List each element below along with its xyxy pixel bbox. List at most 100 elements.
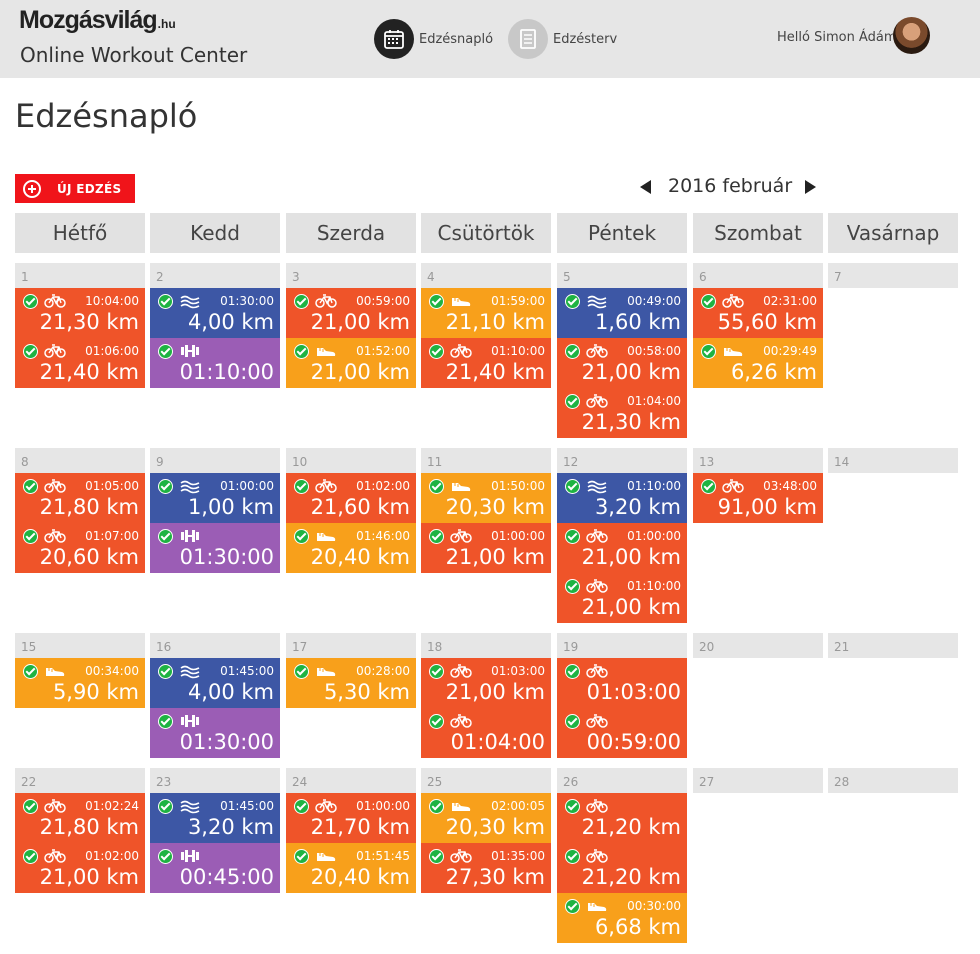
workout-entry[interactable]: 01:02:24 21,80 km — [15, 793, 145, 843]
workout-duration: 01:04:00 — [627, 394, 681, 408]
workout-entry[interactable]: 02:31:00 55,60 km — [693, 288, 823, 338]
workout-value: 91,00 km — [717, 495, 817, 519]
workout-entry[interactable]: 00:30:00 6,68 km — [557, 893, 687, 943]
avatar[interactable] — [893, 17, 930, 54]
day-number[interactable]: 25 — [421, 768, 551, 793]
day-number[interactable]: 27 — [693, 768, 823, 793]
workout-duration: 01:00:00 — [491, 529, 545, 543]
workout-entry[interactable]: 01:10:00 — [150, 338, 280, 388]
day-number[interactable]: 17 — [286, 633, 416, 658]
workout-entry[interactable]: 00:34:00 5,90 km — [15, 658, 145, 708]
day-number[interactable]: 28 — [828, 768, 958, 793]
workout-duration: 00:59:00 — [356, 294, 410, 308]
workout-entry[interactable]: 01:59:00 21,10 km — [421, 288, 551, 338]
workout-value: 20,40 km — [310, 865, 410, 889]
swim-icon — [179, 798, 201, 814]
workout-entry[interactable]: 01:00:00 21,00 km — [557, 523, 687, 573]
day-number[interactable]: 11 — [421, 448, 551, 473]
workout-duration: 02:31:00 — [763, 294, 817, 308]
day-number[interactable]: 9 — [150, 448, 280, 473]
workout-duration: 01:10:00 — [627, 479, 681, 493]
day-number[interactable]: 14 — [828, 448, 958, 473]
workout-entry[interactable]: 01:04:00 21,30 km — [557, 388, 687, 438]
workout-entry[interactable]: 00:59:00 — [557, 708, 687, 758]
workout-value: 21,00 km — [445, 680, 545, 704]
workout-entry[interactable]: 01:00:00 21,70 km — [286, 793, 416, 843]
workout-entry[interactable]: 01:30:00 4,00 km — [150, 288, 280, 338]
workout-entry[interactable]: 01:00:00 21,00 km — [421, 523, 551, 573]
day-number[interactable]: 21 — [828, 633, 958, 658]
day-number[interactable]: 15 — [15, 633, 145, 658]
workout-entry[interactable]: 00:29:49 6,26 km — [693, 338, 823, 388]
workout-entry[interactable]: 01:05:00 21,80 km — [15, 473, 145, 523]
workout-entry[interactable]: 00:58:00 21,00 km — [557, 338, 687, 388]
workout-value: 27,30 km — [445, 865, 545, 889]
workout-entry[interactable]: 02:00:05 20,30 km — [421, 793, 551, 843]
day-number[interactable]: 22 — [15, 768, 145, 793]
day-number[interactable]: 18 — [421, 633, 551, 658]
workout-entry[interactable]: 00:59:00 21,00 km — [286, 288, 416, 338]
day-number[interactable]: 26 — [557, 768, 687, 793]
workout-entry[interactable]: 01:10:00 3,20 km — [557, 473, 687, 523]
day-number[interactable]: 6 — [693, 263, 823, 288]
workout-entry[interactable]: 01:00:00 1,00 km — [150, 473, 280, 523]
workout-entry[interactable]: 01:46:00 20,40 km — [286, 523, 416, 573]
workout-entry[interactable]: 01:10:00 21,40 km — [421, 338, 551, 388]
workout-entry[interactable]: 01:30:00 — [150, 708, 280, 758]
workout-entry[interactable]: 00:49:00 1,60 km — [557, 288, 687, 338]
workout-entry[interactable]: 03:48:00 91,00 km — [693, 473, 823, 523]
day-number[interactable]: 4 — [421, 263, 551, 288]
workout-entry[interactable]: 01:04:00 — [421, 708, 551, 758]
workout-entry[interactable]: 01:02:00 21,00 km — [15, 843, 145, 893]
workout-entry[interactable]: 21,20 km — [557, 793, 687, 843]
workout-value: 21,40 km — [39, 360, 139, 384]
workout-entry[interactable]: 01:45:00 4,00 km — [150, 658, 280, 708]
day-number[interactable]: 20 — [693, 633, 823, 658]
day-number[interactable]: 3 — [286, 263, 416, 288]
workout-entry[interactable]: 01:07:00 20,60 km — [15, 523, 145, 573]
day-number[interactable]: 2 — [150, 263, 280, 288]
workout-entry[interactable]: 00:28:00 5,30 km — [286, 658, 416, 708]
shoe-icon — [315, 343, 337, 359]
workout-entry[interactable]: 01:06:00 21,40 km — [15, 338, 145, 388]
workout-entry[interactable]: 01:02:00 21,60 km — [286, 473, 416, 523]
day-number[interactable]: 24 — [286, 768, 416, 793]
day-number[interactable]: 10 — [286, 448, 416, 473]
workout-value: 1,60 km — [594, 310, 681, 334]
workout-entry[interactable]: 01:10:00 21,00 km — [557, 573, 687, 623]
day-number[interactable]: 16 — [150, 633, 280, 658]
prev-month-arrow-icon[interactable] — [640, 180, 651, 194]
day-number[interactable]: 7 — [828, 263, 958, 288]
workout-entry[interactable]: 00:45:00 — [150, 843, 280, 893]
site-logo[interactable]: Mozgásvilág.hu — [19, 6, 176, 35]
workout-entry[interactable]: 01:35:00 27,30 km — [421, 843, 551, 893]
nav-edzesnaplo[interactable]: Edzésnapló — [374, 19, 493, 59]
workout-value: 21,60 km — [310, 495, 410, 519]
workout-entry[interactable]: 01:52:00 21,00 km — [286, 338, 416, 388]
day-number[interactable]: 1 — [15, 263, 145, 288]
weekday-header: Hétfő — [15, 213, 145, 253]
nav-edzesterv[interactable]: Edzésterv — [508, 19, 617, 59]
check-icon — [158, 714, 173, 729]
workout-entry[interactable]: 01:45:00 3,20 km — [150, 793, 280, 843]
workout-entry[interactable]: 21,20 km — [557, 843, 687, 893]
workout-entry[interactable]: 10:04:00 21,30 km — [15, 288, 145, 338]
workout-value: 3,20 km — [594, 495, 681, 519]
check-icon — [158, 294, 173, 309]
day-number[interactable]: 13 — [693, 448, 823, 473]
workout-entry[interactable]: 01:03:00 — [557, 658, 687, 708]
workout-duration: 01:10:00 — [491, 344, 545, 358]
workout-duration: 01:05:00 — [85, 479, 139, 493]
day-number[interactable]: 8 — [15, 448, 145, 473]
day-number[interactable]: 5 — [557, 263, 687, 288]
day-number[interactable]: 23 — [150, 768, 280, 793]
workout-entry[interactable]: 01:03:00 21,00 km — [421, 658, 551, 708]
workout-entry[interactable]: 01:50:00 20,30 km — [421, 473, 551, 523]
next-month-arrow-icon[interactable] — [805, 180, 816, 194]
workout-entry[interactable]: 01:30:00 — [150, 523, 280, 573]
new-workout-button[interactable]: ÚJ EDZÉS — [15, 174, 135, 203]
day-number[interactable]: 19 — [557, 633, 687, 658]
day-number[interactable]: 12 — [557, 448, 687, 473]
workout-entry[interactable]: 01:51:45 20,40 km — [286, 843, 416, 893]
bike-icon — [315, 293, 337, 309]
